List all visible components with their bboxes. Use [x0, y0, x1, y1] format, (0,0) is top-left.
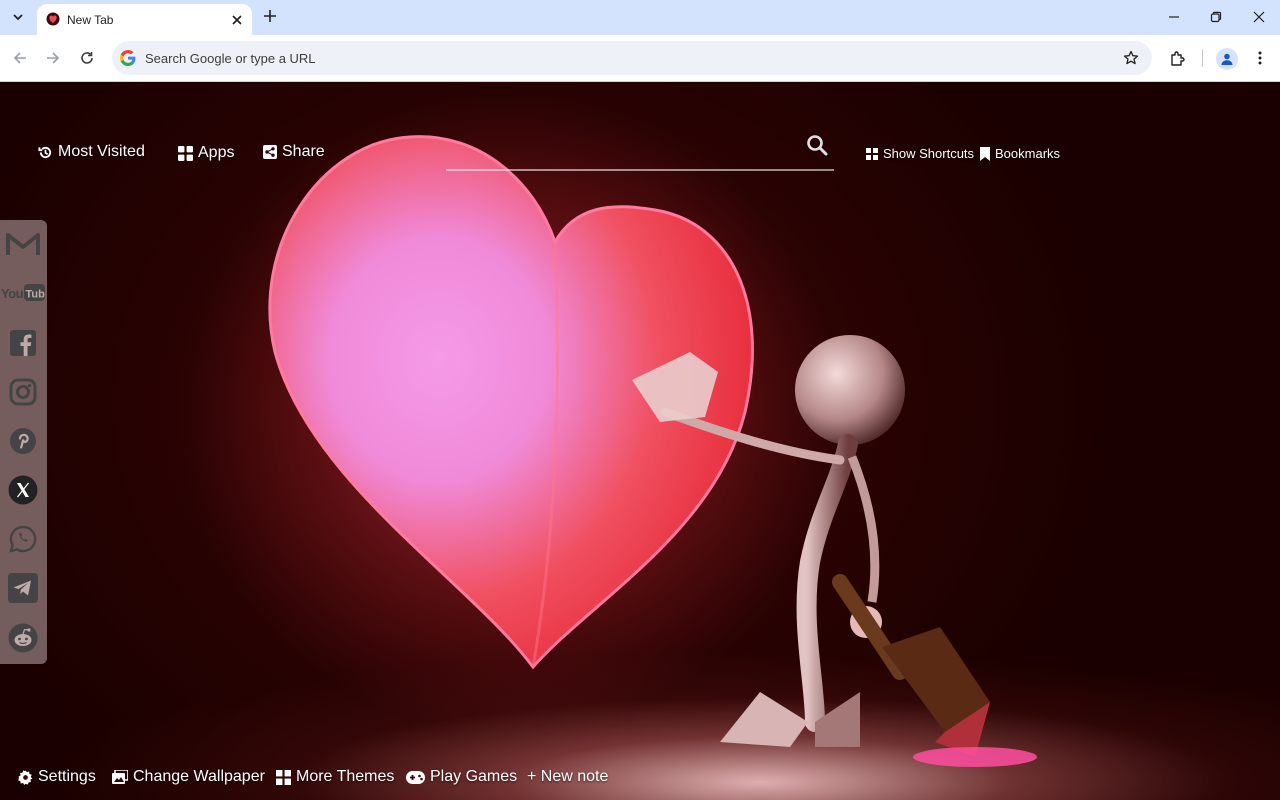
- bookmark-star-button[interactable]: [1121, 48, 1141, 68]
- pinterest-icon: [10, 428, 36, 454]
- heart-favicon-icon: [46, 12, 60, 26]
- whatsapp-icon: [9, 525, 37, 553]
- share-link[interactable]: Share: [263, 143, 325, 161]
- minimize-button[interactable]: [1163, 6, 1185, 28]
- pinterest-link[interactable]: [5, 423, 41, 459]
- more-themes-label: More Themes: [296, 768, 395, 785]
- reddit-icon: [8, 623, 38, 653]
- figure-head: [795, 335, 905, 445]
- search-input[interactable]: [446, 169, 834, 171]
- browser-toolbar: Search Google or type a URL: [0, 35, 1280, 82]
- x-twitter-icon: [8, 475, 38, 505]
- chevron-down-icon: [13, 14, 23, 21]
- svg-text:You: You: [1, 286, 24, 301]
- toolbar-divider: [1202, 49, 1203, 67]
- facebook-link[interactable]: [5, 325, 41, 361]
- reddit-link[interactable]: [5, 620, 41, 656]
- youtube-icon: You Tube: [1, 284, 46, 301]
- reload-icon: [81, 52, 93, 64]
- wallpaper-image: [180, 92, 1037, 767]
- restore-button[interactable]: [1205, 6, 1227, 28]
- extensions-button[interactable]: [1166, 47, 1188, 69]
- bookmark-icon: [980, 146, 990, 161]
- gmail-icon: [6, 233, 40, 255]
- change-wallpaper-button[interactable]: Change Wallpaper: [112, 768, 265, 786]
- new-tab-page: Most Visited Apps Share Show Shortcuts B…: [0, 82, 1280, 800]
- forward-button[interactable]: [42, 47, 64, 69]
- history-icon: [38, 146, 52, 158]
- apps-grid-icon: [178, 145, 193, 161]
- share-icon: [263, 145, 277, 159]
- most-visited-link[interactable]: Most Visited: [38, 143, 145, 161]
- gmail-link[interactable]: [5, 226, 41, 262]
- figure-arm-right: [847, 455, 880, 603]
- show-shortcuts-button[interactable]: Show Shortcuts: [866, 146, 974, 161]
- reload-button[interactable]: [76, 47, 98, 69]
- svg-text:Tube: Tube: [26, 289, 46, 301]
- tab-title: New Tab: [67, 13, 114, 27]
- more-themes-button[interactable]: More Themes: [276, 768, 394, 786]
- new-note-button[interactable]: + New note: [527, 768, 608, 786]
- back-button[interactable]: [9, 47, 31, 69]
- play-games-button[interactable]: Play Games: [406, 768, 517, 786]
- gamepad-icon: [406, 770, 425, 784]
- youtube-link[interactable]: You Tube: [1, 275, 45, 311]
- instagram-link[interactable]: [5, 374, 41, 410]
- close-icon: [1253, 11, 1265, 23]
- omnibox-placeholder: Search Google or type a URL: [145, 51, 316, 66]
- paint-spill: [913, 747, 1037, 767]
- menu-button[interactable]: [1249, 47, 1271, 69]
- star-icon: [1123, 50, 1139, 65]
- grid-icon: [866, 147, 878, 160]
- telegram-link[interactable]: [5, 570, 41, 606]
- change-wallpaper-label: Change Wallpaper: [133, 768, 265, 785]
- social-sidebar: You Tube: [0, 220, 47, 664]
- new-note-label: + New note: [527, 768, 609, 785]
- bookmarks-button[interactable]: Bookmarks: [980, 146, 1060, 161]
- figure-foot: [720, 692, 808, 747]
- omnibox[interactable]: Search Google or type a URL: [112, 41, 1152, 75]
- close-icon: [231, 14, 242, 25]
- share-label: Share: [282, 143, 325, 160]
- facebook-icon: [10, 330, 36, 356]
- search-icon[interactable]: [806, 134, 828, 156]
- apps-link[interactable]: Apps: [178, 144, 234, 162]
- kebab-menu-icon: [1258, 51, 1262, 65]
- google-g-icon: [120, 50, 136, 66]
- settings-label: Settings: [38, 768, 96, 785]
- minimize-icon: [1169, 16, 1179, 18]
- restore-icon: [1210, 11, 1222, 23]
- profile-avatar-button[interactable]: [1216, 48, 1238, 70]
- telegram-icon: [8, 573, 38, 603]
- plus-icon: [264, 10, 276, 22]
- settings-button[interactable]: Settings: [18, 768, 96, 786]
- tab-strip: New Tab: [0, 0, 1280, 35]
- play-games-label: Play Games: [430, 768, 518, 785]
- bookmarks-label: Bookmarks: [995, 146, 1061, 161]
- close-tab-button[interactable]: [228, 11, 245, 28]
- images-icon: [112, 770, 128, 784]
- tab-new-tab[interactable]: New Tab: [37, 4, 252, 35]
- apps-label: Apps: [198, 144, 235, 161]
- person-icon: [1221, 53, 1233, 65]
- arrow-left-icon: [13, 52, 26, 64]
- tab-search-button[interactable]: [7, 6, 29, 28]
- grid-icon: [276, 769, 291, 785]
- close-window-button[interactable]: [1248, 6, 1270, 28]
- show-shortcuts-label: Show Shortcuts: [883, 146, 975, 161]
- arrow-right-icon: [47, 52, 60, 64]
- x-link[interactable]: [5, 472, 41, 508]
- instagram-icon: [9, 378, 37, 406]
- most-visited-label: Most Visited: [58, 143, 145, 160]
- puzzle-icon: [1170, 50, 1185, 66]
- whatsapp-link[interactable]: [5, 521, 41, 557]
- gear-icon: [18, 769, 33, 785]
- new-tab-button[interactable]: [259, 5, 281, 27]
